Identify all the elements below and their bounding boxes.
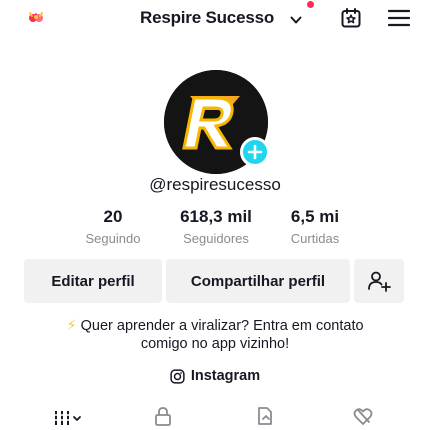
- stat-label: Seguindo: [85, 231, 141, 246]
- stat-likes[interactable]: 6,5 mi Curtidas: [260, 207, 370, 246]
- liked-heart-icon: [353, 408, 373, 425]
- hamburger-menu-icon[interactable]: [387, 9, 411, 27]
- bio-text-1: Quer aprender a viralizar? Entra em cont…: [76, 318, 364, 334]
- top-bar: Respire Sucesso: [0, 0, 430, 38]
- bio-line-2: comigo no app vizinho!: [140, 336, 290, 352]
- profile-tab-bar: [0, 405, 430, 430]
- stat-following[interactable]: 20 Seguindo: [58, 207, 168, 246]
- plus-icon: [247, 144, 263, 160]
- reposts-icon: [258, 407, 272, 425]
- profile-username: @respiresucesso: [149, 175, 281, 194]
- stat-label: Seguidores: [183, 231, 249, 246]
- stat-followers[interactable]: 618,3 mil Seguidores: [161, 207, 271, 246]
- share-profile-button[interactable]: Compartilhar perfil: [166, 259, 350, 303]
- add-avatar-button[interactable]: [240, 137, 270, 167]
- calendar-star-icon[interactable]: [340, 7, 362, 29]
- lightning-emoji: ⚡: [66, 318, 77, 334]
- bio-line-1: ⚡ Quer aprender a viralizar? Entra em co…: [0, 317, 430, 335]
- notification-dot: [307, 1, 314, 8]
- tab-liked[interactable]: [352, 405, 374, 427]
- instagram-label: Instagram: [190, 368, 261, 384]
- stat-value: 618,3 mil: [180, 207, 252, 226]
- creator-tools-icon[interactable]: [26, 7, 46, 27]
- private-lock-icon: [155, 407, 171, 426]
- stat-value: 6,5 mi: [290, 207, 340, 226]
- videos-grid-icon: [54, 411, 81, 425]
- tab-private[interactable]: [152, 405, 174, 427]
- tab-videos[interactable]: [54, 405, 86, 427]
- instagram-icon: [170, 368, 185, 384]
- tab-reposts[interactable]: [254, 405, 276, 427]
- chevron-down-icon[interactable]: [290, 12, 302, 24]
- stat-label: Curtidas: [290, 231, 340, 246]
- instagram-link[interactable]: Instagram: [0, 368, 430, 384]
- edit-profile-button[interactable]: Editar perfil: [24, 259, 162, 303]
- add-friend-icon: [368, 271, 391, 292]
- add-friends-button[interactable]: [354, 259, 404, 303]
- account-switcher-title[interactable]: Respire Sucesso: [140, 8, 274, 28]
- profile-bio: ⚡ Quer aprender a viralizar? Entra em co…: [0, 317, 430, 353]
- stat-value: 20: [103, 207, 123, 226]
